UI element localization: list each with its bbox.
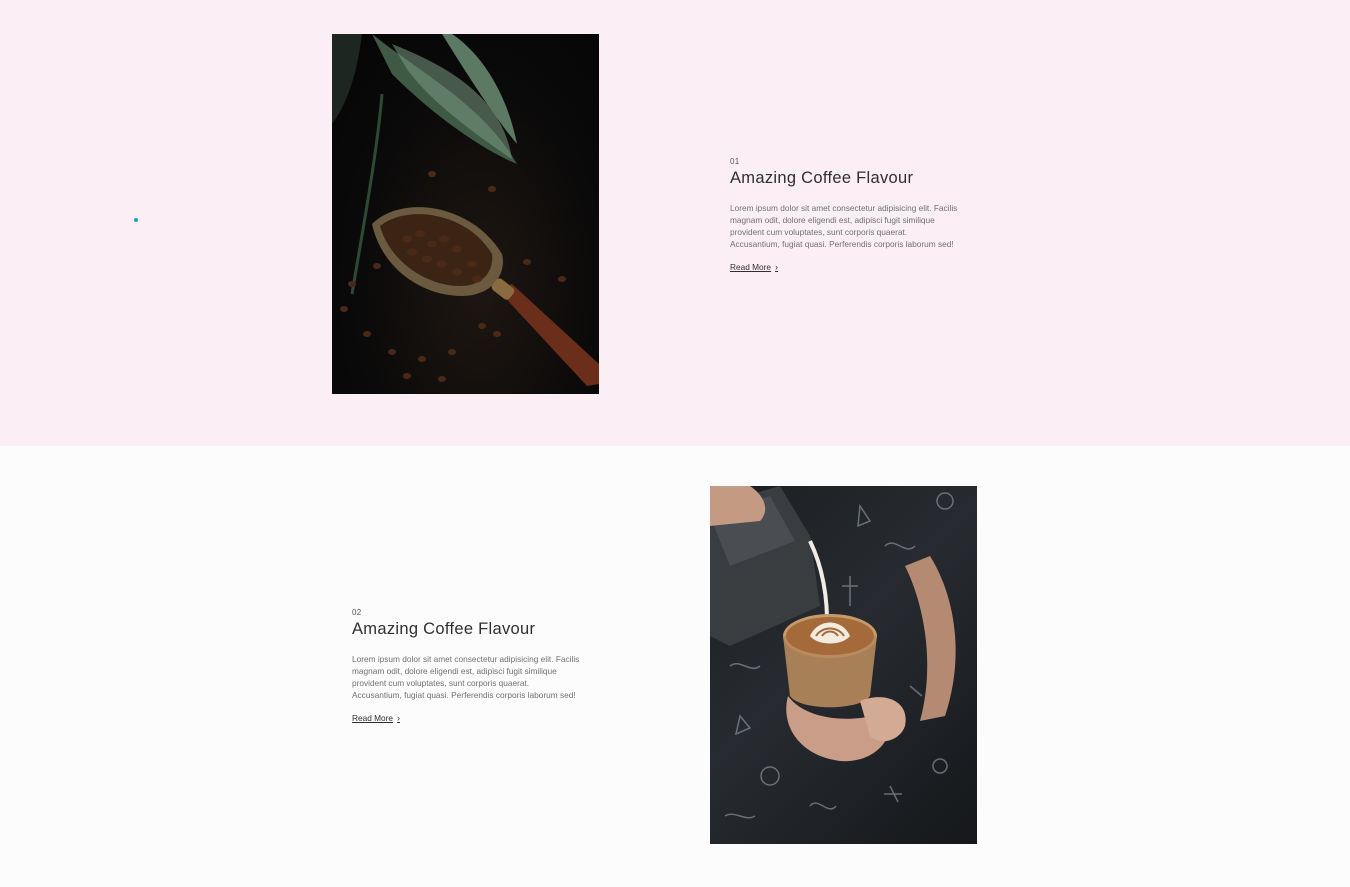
item-description: Lorem ipsum dolor sit amet consectetur a… — [730, 203, 958, 249]
item-number: 02 — [352, 608, 362, 617]
feature-section-2: 02 Amazing Coffee Flavour Lorem ipsum do… — [0, 446, 1350, 887]
latte-art-pour-image — [710, 486, 977, 844]
read-more-link[interactable]: Read More › — [352, 713, 400, 723]
chevron-right-icon: › — [775, 262, 779, 272]
read-more-label: Read More — [730, 262, 772, 272]
chevron-right-icon: › — [397, 713, 401, 723]
item-description: Lorem ipsum dolor sit amet consectetur a… — [352, 654, 580, 700]
accent-dot — [134, 218, 138, 222]
feature-text-1: 01 Amazing Coffee Flavour Lorem ipsum do… — [730, 157, 962, 275]
item-title: Amazing Coffee Flavour — [730, 169, 914, 187]
coffee-beans-scoop-image — [332, 34, 599, 394]
feature-section-1: 01 Amazing Coffee Flavour Lorem ipsum do… — [0, 0, 1350, 446]
item-title: Amazing Coffee Flavour — [352, 620, 536, 638]
item-number: 01 — [730, 157, 740, 166]
feature-text-2: 02 Amazing Coffee Flavour Lorem ipsum do… — [352, 608, 584, 726]
read-more-label: Read More — [352, 713, 394, 723]
read-more-link[interactable]: Read More › — [730, 262, 778, 272]
